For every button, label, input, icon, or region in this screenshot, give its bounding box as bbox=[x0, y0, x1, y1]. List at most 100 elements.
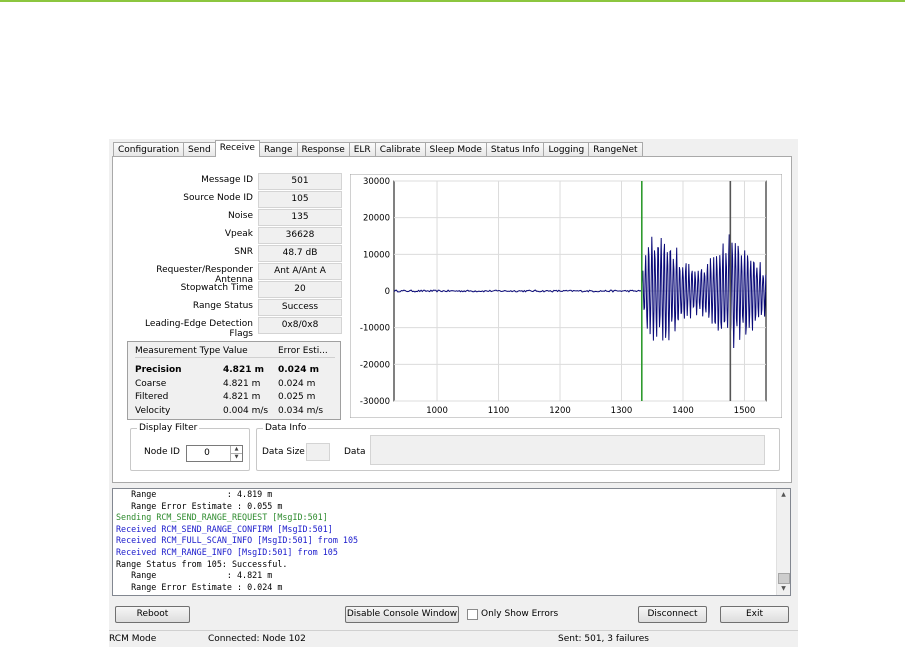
x-tick-label: 1200 bbox=[549, 406, 571, 416]
x-tick-label: 1400 bbox=[672, 406, 694, 416]
y-tick-label: 10000 bbox=[363, 250, 390, 260]
measurement-table: Measurement Type Value Error Esti... Pre… bbox=[127, 341, 341, 420]
console-line: Range : 4.819 m bbox=[116, 489, 273, 499]
data-size-label: Data Size bbox=[262, 447, 305, 457]
field-value: 105 bbox=[258, 191, 342, 208]
data-size-field[interactable] bbox=[306, 443, 330, 461]
console-line: Received RCM_FULL_SCAN_INFO [MsgID:501] … bbox=[116, 535, 359, 546]
measurement-type: Coarse bbox=[135, 378, 167, 389]
tab-rangenet[interactable]: RangeNet bbox=[588, 142, 643, 157]
measurement-error: 0.024 m bbox=[278, 365, 319, 375]
top-accent-line bbox=[0, 0, 905, 2]
y-tick-label: 20000 bbox=[363, 214, 390, 224]
field-value: 0x8/0x8 bbox=[258, 317, 342, 334]
tab-response[interactable]: Response bbox=[296, 142, 350, 157]
field-label: Source Node ID bbox=[183, 193, 253, 203]
tab-receive[interactable]: Receive bbox=[214, 140, 260, 157]
field-label: Stopwatch Time bbox=[180, 283, 253, 293]
field-value: 135 bbox=[258, 209, 342, 226]
tab-sleep-mode[interactable]: Sleep Mode bbox=[424, 142, 487, 157]
field-value: 36628 bbox=[258, 227, 342, 244]
only-show-errors-checkbox[interactable] bbox=[467, 609, 478, 620]
data-field[interactable] bbox=[370, 435, 765, 465]
header-error-estimate: Error Esti... bbox=[278, 346, 328, 356]
app-window: Configuration Send Receive Range Response ELR… bbox=[109, 139, 798, 647]
y-tick-label: -30000 bbox=[360, 397, 390, 407]
status-sent: Sent: 501, 3 failures bbox=[558, 634, 649, 644]
field-label: Requester/Responder Antenna bbox=[156, 265, 253, 285]
console-line: Range Error Estimate : 0.055 m bbox=[116, 500, 283, 511]
tab-send[interactable]: Send bbox=[183, 142, 216, 157]
header-value: Value bbox=[223, 346, 248, 356]
field-label: SNR bbox=[234, 247, 253, 257]
console-line: Received RCM_SEND_RANGE_CONFIRM [MsgID:5… bbox=[116, 523, 333, 534]
display-filter-title: Display Filter bbox=[137, 423, 200, 433]
only-show-errors-label: Only Show Errors bbox=[481, 609, 559, 619]
scroll-down-icon[interactable]: ▼ bbox=[777, 583, 790, 595]
measurement-error: 0.024 m bbox=[278, 378, 316, 389]
measurement-value: 4.821 m bbox=[223, 365, 264, 375]
x-tick-label: 1100 bbox=[488, 406, 510, 416]
receive-panel: Message ID 501 Source Node ID 105 Noise 135 Vp… bbox=[112, 156, 792, 483]
data-info-title: Data Info bbox=[263, 423, 309, 433]
x-tick-label: 1000 bbox=[426, 406, 448, 416]
scroll-up-icon[interactable]: ▲ bbox=[777, 489, 790, 501]
disable-console-button[interactable]: Disable Console Window bbox=[345, 606, 459, 623]
field-label: Vpeak bbox=[224, 229, 253, 239]
header-measurement-type: Measurement Type bbox=[135, 346, 221, 356]
field-value: 501 bbox=[258, 173, 342, 190]
disconnect-button[interactable]: Disconnect bbox=[638, 606, 707, 623]
spin-up-icon[interactable]: ▲ bbox=[230, 446, 242, 454]
measurement-type: Filtered bbox=[135, 392, 169, 402]
console-line: Range : 4.821 m bbox=[116, 570, 273, 581]
display-filter-group: Display Filter Node ID 0 ▲ ▼ bbox=[130, 423, 250, 471]
tab-configuration[interactable]: Configuration bbox=[113, 142, 185, 157]
waveform-chart: 1000 1100 1200 1300 1400 1500 30000 20000 10000 0… bbox=[350, 174, 782, 418]
exit-button[interactable]: Exit bbox=[720, 606, 789, 623]
tab-range[interactable]: Range bbox=[258, 142, 298, 157]
console-window[interactable]: Range : 4.819 m Range Error Estimate : 0… bbox=[112, 488, 791, 596]
x-tick-label: 1500 bbox=[734, 406, 756, 416]
field-value: Ant A/Ant A bbox=[258, 263, 342, 280]
status-connected: Connected: Node 102 bbox=[208, 634, 306, 644]
status-bar: RCM Mode Connected: Node 102 Sent: 501, … bbox=[109, 630, 798, 647]
data-info-group: Data Info Data Size Data bbox=[256, 423, 780, 471]
measurement-error: 0.025 m bbox=[278, 392, 316, 402]
y-tick-label: -10000 bbox=[360, 324, 390, 334]
field-value: Success bbox=[258, 299, 342, 316]
field-value: 20 bbox=[258, 281, 342, 298]
data-label: Data bbox=[344, 447, 366, 457]
measurement-value: 4.821 m bbox=[223, 378, 261, 389]
console-line: Sending RCM_SEND_RANGE_REQUEST [MsgID:50… bbox=[116, 512, 328, 523]
measurement-error: 0.034 m/s bbox=[278, 405, 324, 416]
y-tick-label: -20000 bbox=[360, 360, 390, 370]
field-label: Message ID bbox=[201, 175, 253, 185]
measurement-header: Measurement Type Value Error Esti... bbox=[135, 345, 335, 358]
spin-down-icon[interactable]: ▼ bbox=[230, 454, 242, 461]
tab-elr[interactable]: ELR bbox=[348, 142, 376, 157]
console-line: Received RCM_RANGE_INFO [MsgID:501] from… bbox=[116, 546, 338, 557]
node-id-spinbox[interactable]: 0 ▲ ▼ bbox=[186, 445, 243, 462]
field-value: 48.7 dB bbox=[258, 245, 342, 262]
field-label: Leading-Edge Detection Flags bbox=[144, 319, 253, 339]
tab-bar: Configuration Send Receive Range Response ELR… bbox=[113, 140, 643, 157]
y-tick-label: 30000 bbox=[363, 177, 390, 187]
node-id-value: 0 bbox=[204, 448, 210, 458]
console-text: Range : 4.819 m Range Error Estimate : 0… bbox=[113, 489, 790, 593]
tab-logging[interactable]: Logging bbox=[543, 142, 590, 157]
field-label: Range Status bbox=[192, 301, 253, 311]
field-label: Noise bbox=[228, 211, 253, 221]
x-tick-label: 1300 bbox=[611, 406, 633, 416]
tab-status-info[interactable]: Status Info bbox=[485, 142, 545, 157]
console-line: Range Error Estimate : 0.024 m bbox=[116, 581, 283, 592]
tab-calibrate[interactable]: Calibrate bbox=[374, 142, 426, 157]
reboot-button[interactable]: Reboot bbox=[115, 606, 190, 623]
status-mode: RCM Mode bbox=[109, 634, 157, 644]
measurement-type: Precision bbox=[135, 365, 182, 375]
console-scrollbar[interactable]: ▲ ▼ bbox=[776, 489, 790, 595]
measurement-type: Velocity bbox=[135, 405, 171, 416]
measurement-value: 4.821 m bbox=[223, 392, 261, 402]
console-line: Range Status from 105: Successful. bbox=[116, 558, 288, 569]
node-id-label: Node ID bbox=[144, 447, 180, 457]
y-tick-label: 0 bbox=[385, 287, 390, 297]
